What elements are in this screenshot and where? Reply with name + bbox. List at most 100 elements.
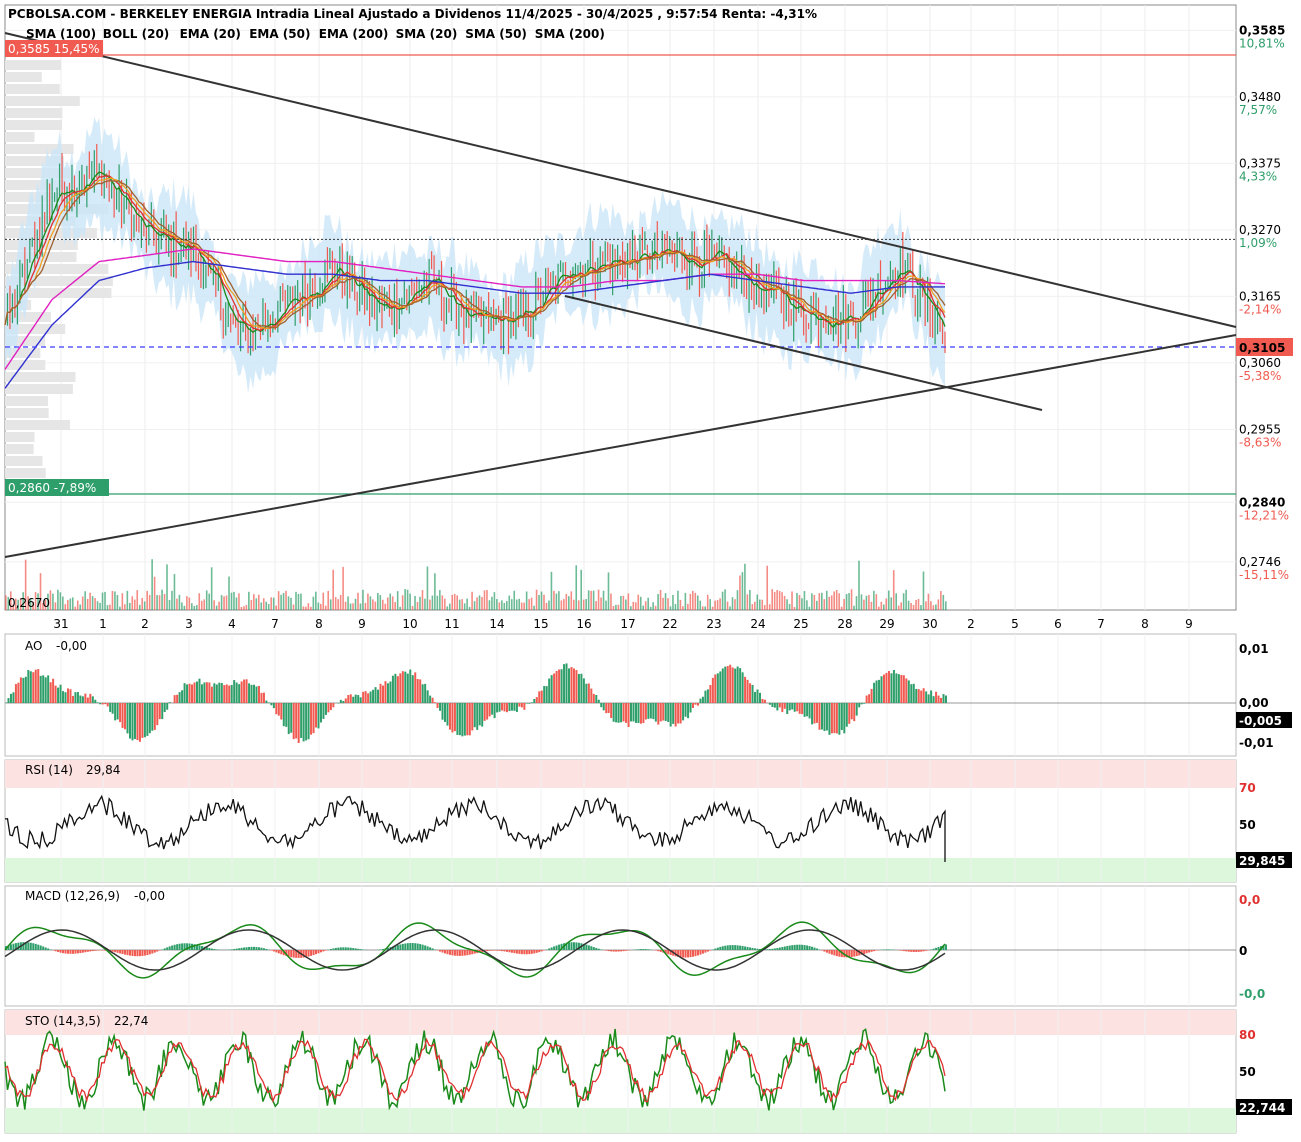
volume-bar [707,595,709,610]
ao-bar [908,680,910,703]
ao-bar [404,672,406,703]
macd-hist-bar [546,949,548,950]
volume-bar [141,598,143,610]
macd-hist-bar [50,949,52,950]
volume-bar [908,601,910,610]
ao-bar [737,667,739,703]
volume-bar [134,600,136,610]
macd-hist-bar [238,948,240,950]
ao-bar [900,675,902,703]
volume-bar [275,606,277,610]
ao-bar [114,703,116,720]
macd-hist-bar [526,950,528,954]
pct-tick-label: 4,33% [1239,169,1277,183]
volume-bar [781,592,783,610]
volume-profile-bar [5,84,60,94]
volume-bar [573,600,575,610]
volume-bar [804,591,806,610]
macd-hist-bar [828,950,830,954]
sto-d-line [5,1039,945,1102]
ao-bar [660,703,662,721]
ao-bar [479,703,481,725]
ao-bar [603,703,605,710]
ao-bar [345,698,347,703]
macd-hist-bar [117,950,119,953]
ao-bar [858,703,860,707]
ao-bar [20,677,22,703]
price-tick-label: 0,3165 [1239,289,1281,303]
macd-hist-bar [491,950,493,951]
ao-bar [771,703,773,707]
volume-bar [903,593,905,610]
sto-current: 22,744 [1239,1101,1285,1115]
volume-bar [935,605,937,610]
macd-hist-bar [464,950,466,956]
macd-hist-bar [246,947,248,950]
macd-hist-bar [171,946,173,950]
x-tick-label: 9 [1185,617,1193,631]
ao-bar [166,703,168,710]
macd-hist-bar [806,945,808,950]
volume-profile-bar [5,132,34,142]
ao-bar [30,671,32,703]
ao-bar [355,695,357,703]
volume-bar [226,596,228,610]
macd-hist-bar [399,944,401,950]
macd-hist-bar [752,948,754,950]
volume-bar [667,598,669,610]
volume-profile-bar [5,420,70,430]
volume-bar [494,592,496,610]
macd-hist-bar [613,950,615,952]
volume-bar [179,595,181,610]
ao-bar [630,703,632,721]
legend-item: SMA (50) [465,27,527,41]
volume-bar [905,590,907,610]
volume-bar [734,599,736,610]
volume-bar [213,600,215,610]
volume-bar [754,602,756,610]
ao-bar [179,692,181,703]
ao-bar [511,703,513,711]
ao-bar [526,703,528,704]
volume-bar [618,605,620,610]
ao-bar [211,687,213,703]
macd-hist-bar [37,945,39,950]
macd-hist-bar [707,950,709,952]
ao-bar [189,684,191,703]
macd-hist-bar [47,948,49,950]
macd-tick-high: 0,0 [1239,893,1260,907]
ao-bar [37,669,39,703]
ao-bar [5,702,7,703]
macd-hist-bar [903,950,905,951]
ao-value: -0,00 [56,639,87,653]
ao-bar [811,703,813,724]
volume-bar [814,595,816,610]
ao-bar [945,696,947,703]
ao-bar [640,703,642,724]
volume-bar [511,599,513,610]
volume-bar [466,599,468,610]
ao-bar [117,703,119,719]
ao-bar [414,672,416,703]
volume-bar [759,600,761,610]
ao-bar [885,673,887,703]
volume-bar [853,606,855,610]
ao-bar [471,703,473,730]
macd-hist-bar [794,945,796,950]
ao-bar [99,703,101,704]
sto-k-line [5,1029,945,1111]
macd-hist-bar [84,950,86,952]
ao-bar [256,686,258,703]
volume-bar [186,596,188,610]
ao-bar [809,703,811,718]
ao-bar [781,703,783,712]
macd-hist-bar [412,943,414,950]
ao-bar [821,703,823,730]
macd-hist-bar [739,946,741,950]
volume-bar [166,564,168,610]
macd-hist-bar [717,948,719,950]
ao-bar [285,703,287,727]
ao-bar [759,693,761,703]
macd-hist-bar [655,950,657,951]
macd-hist-bar [211,949,213,950]
